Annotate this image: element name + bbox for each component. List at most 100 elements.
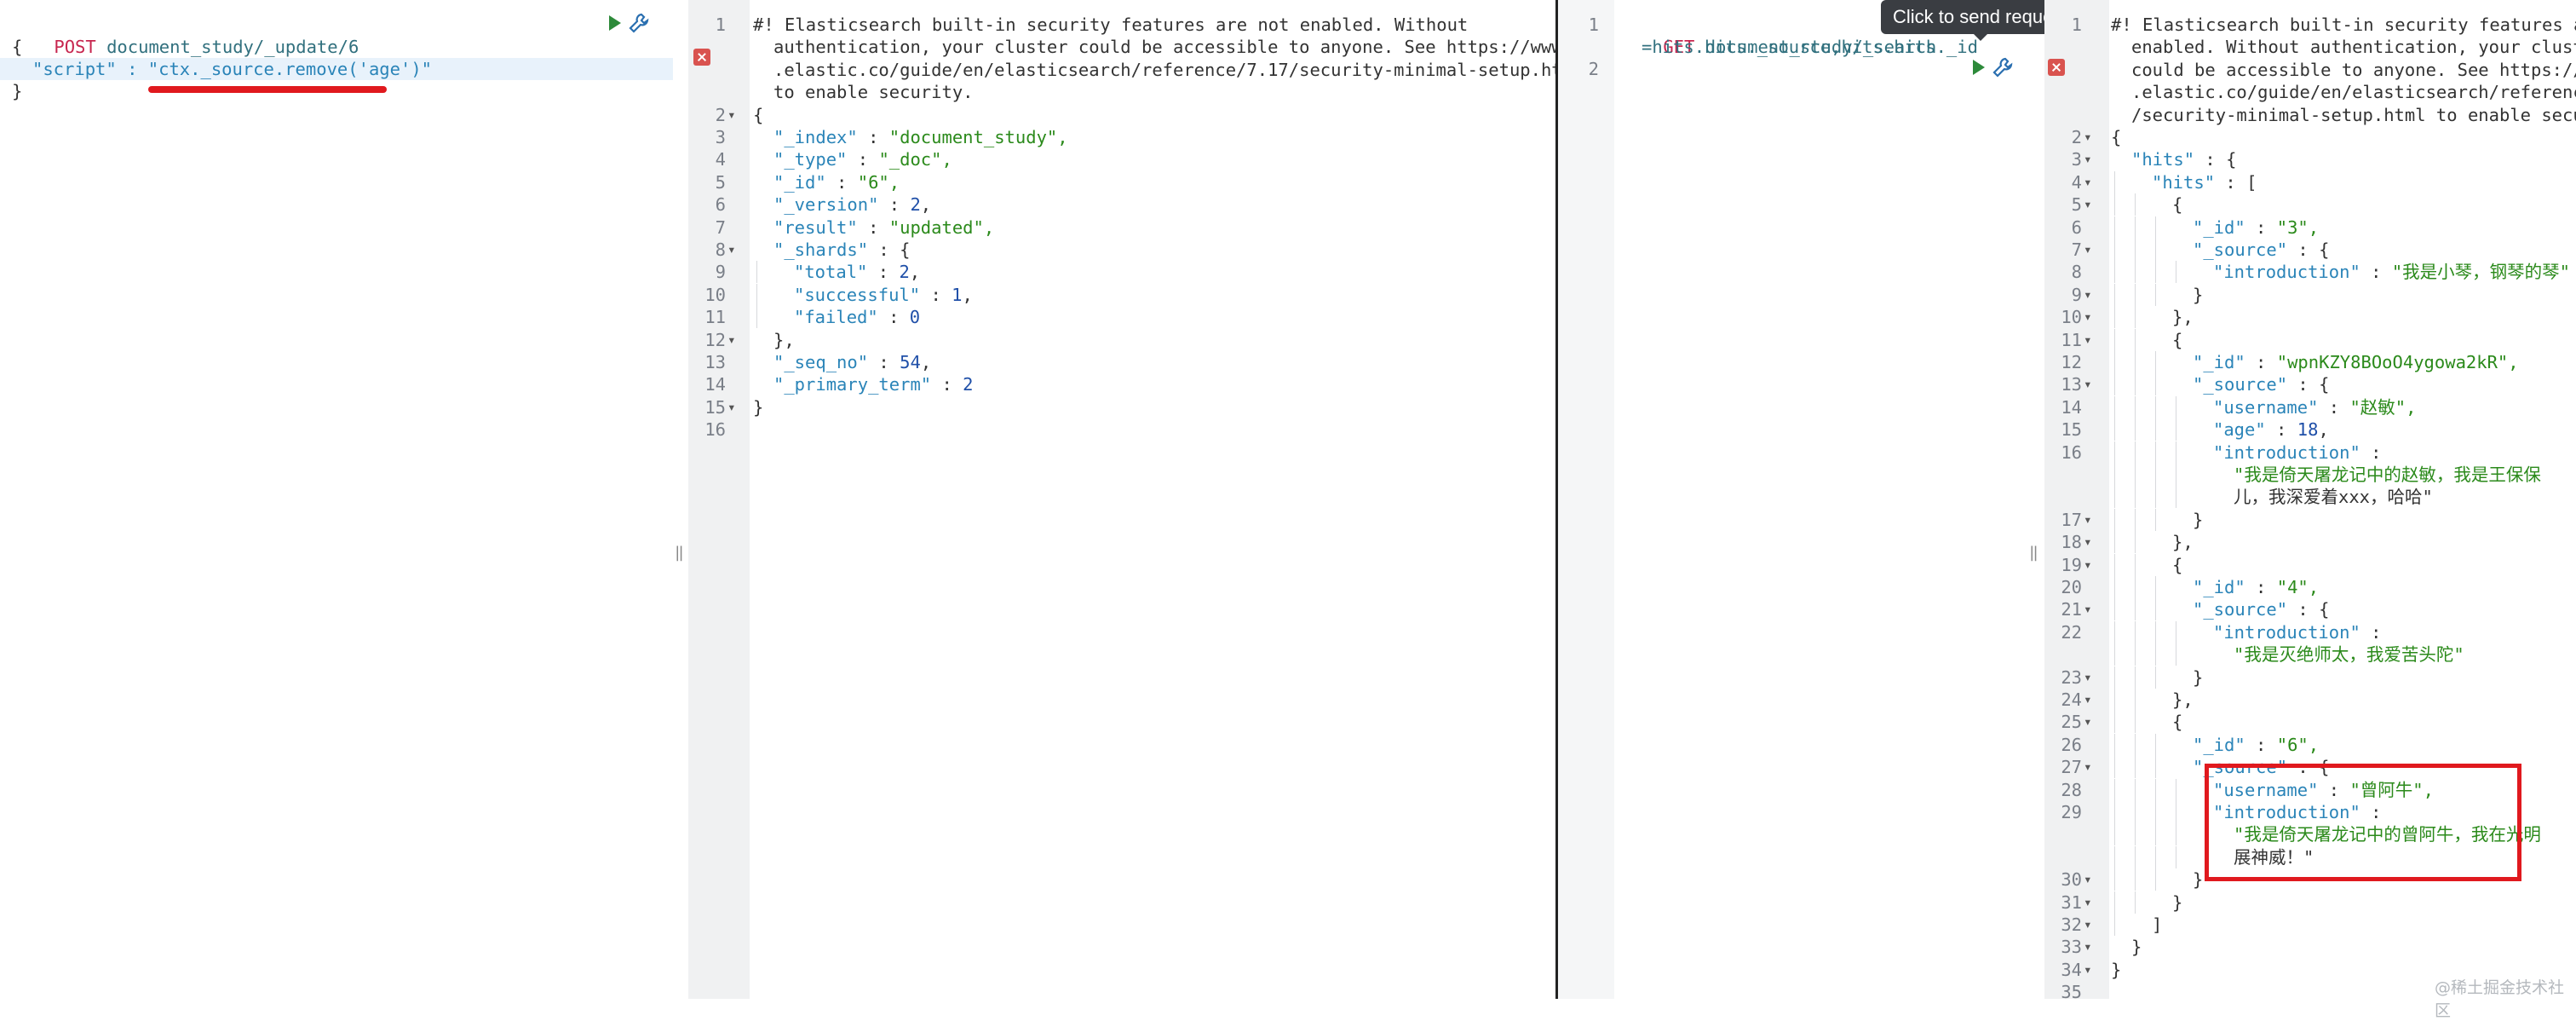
indent-guide	[2114, 351, 2115, 373]
wrench-icon[interactable]	[628, 12, 650, 34]
line-number: 8	[2071, 262, 2082, 283]
indent-guide	[2155, 418, 2156, 441]
code-line: },	[2172, 532, 2194, 553]
indent-guide	[2155, 620, 2156, 643]
fold-toggle-icon[interactable]: ▾	[2084, 531, 2092, 553]
line-number: 12	[2061, 352, 2082, 372]
line-number: 26	[2061, 734, 2082, 755]
fold-toggle-icon[interactable]: ▾	[2084, 959, 2092, 981]
fold-toggle-icon[interactable]: ▾	[2084, 509, 2092, 531]
play-icon[interactable]	[1968, 56, 1990, 78]
code-line: "我是倚天屠龙记中的赵敏，我是王保保	[2234, 464, 2541, 485]
play-icon[interactable]	[604, 12, 626, 34]
line-number: 16	[2061, 441, 2082, 463]
line-number: 12	[704, 329, 726, 350]
fold-toggle-icon[interactable]: ▾	[727, 239, 736, 261]
indent-guide	[2155, 733, 2156, 756]
line-number: 34	[2061, 959, 2082, 980]
fold-toggle-icon[interactable]: ▾	[2084, 306, 2092, 328]
line-number: 14	[704, 374, 726, 395]
code-line: "script" : "ctx._source.remove('age')"	[32, 58, 673, 80]
fold-toggle-icon[interactable]: ▾	[2084, 329, 2092, 351]
code-line: "result" : "updated",	[773, 216, 995, 238]
indent-guide	[2135, 261, 2136, 284]
indent-guide	[2114, 643, 2115, 666]
indent-guide	[2114, 914, 2115, 936]
indent-guide	[2114, 891, 2115, 914]
fold-toggle-icon[interactable]: ▾	[2084, 891, 2092, 914]
fold-toggle-icon[interactable]: ▾	[2084, 936, 2092, 958]
code-line: "_primary_term" : 2	[773, 374, 974, 395]
warning-line: authentication, your cluster could be ac…	[773, 37, 1555, 58]
fold-toggle-icon[interactable]: ▾	[2084, 554, 2092, 576]
indent-guide	[2114, 801, 2115, 823]
resize-handle[interactable]: ‖	[2029, 544, 2038, 562]
fold-toggle-icon[interactable]: ▾	[2084, 239, 2092, 261]
request-line: POST document_study/_update/6	[12, 14, 673, 57]
indent-guide	[756, 261, 757, 284]
line-number: 22	[2061, 621, 2082, 643]
code-line: {	[2111, 127, 2122, 147]
line-number: 31	[2061, 891, 2082, 913]
fold-toggle-icon[interactable]: ▾	[2084, 868, 2092, 891]
fold-toggle-icon[interactable]: ▾	[2084, 148, 2092, 170]
fold-toggle-icon[interactable]: ▾	[727, 329, 736, 351]
indent-guide	[2114, 486, 2115, 509]
fold-toggle-icon[interactable]: ▾	[2084, 126, 2092, 148]
wrench-icon[interactable]	[1992, 56, 2014, 78]
indent-guide	[2135, 351, 2136, 373]
line-gutter	[1558, 0, 1614, 999]
indent-guide	[2135, 306, 2136, 329]
indent-guide	[2155, 845, 2156, 868]
line-number: 9	[2071, 284, 2082, 305]
left-response-viewer: 1 #! Elasticsearch built-in security feat…	[688, 0, 1555, 999]
indent-guide	[2114, 598, 2115, 621]
fold-toggle-icon[interactable]: ▾	[727, 396, 736, 418]
fold-toggle-icon[interactable]: ▾	[2084, 689, 2092, 711]
fold-toggle-icon[interactable]: ▾	[2084, 171, 2092, 193]
indent-guide	[2135, 418, 2136, 441]
fold-toggle-icon[interactable]: ▾	[2084, 756, 2092, 778]
indent-guide	[2135, 486, 2136, 509]
code-line: }	[2172, 891, 2183, 913]
left-request-editor[interactable]: POST document_study/_update/6 { "script"…	[0, 0, 673, 999]
indent-guide	[2114, 531, 2115, 554]
right-request-editor[interactable]: 1 2 GET document_study/_search =hits.hit…	[1558, 0, 2044, 999]
fold-toggle-icon[interactable]: ▾	[2084, 914, 2092, 936]
resize-handle[interactable]: ‖	[675, 544, 684, 562]
line-number: 5	[2071, 194, 2082, 216]
indent-guide	[2135, 891, 2136, 914]
code-line: "introduction" :	[2213, 441, 2382, 463]
indent-guide	[2135, 756, 2136, 779]
fold-toggle-icon[interactable]: ▾	[2084, 711, 2092, 733]
indent-guide	[2155, 643, 2156, 666]
line-number: 20	[2061, 577, 2082, 597]
indent-guide	[2155, 801, 2156, 823]
fold-toggle-icon[interactable]: ▾	[2084, 373, 2092, 395]
indent-guide	[2155, 239, 2156, 261]
indent-guide	[2114, 553, 2115, 576]
line-number: 19	[2061, 554, 2082, 575]
line-number: 11	[704, 307, 726, 328]
code-line: {	[2172, 329, 2183, 350]
line-number: 35	[2061, 982, 2082, 999]
indent-guide	[2155, 778, 2156, 801]
warning-line: enabled. Without authentication, your cl…	[2131, 37, 2576, 58]
indent-guide	[2135, 464, 2136, 486]
fold-toggle-icon[interactable]: ▾	[2084, 598, 2092, 620]
code-line: ]	[2152, 914, 2163, 935]
indent-guide	[2114, 778, 2115, 801]
indent-guide	[2114, 823, 2115, 846]
indent-guide	[2135, 778, 2136, 801]
code-line: }	[2193, 284, 2204, 305]
code-line: 儿，我深爱着xxx，哈哈"	[2234, 487, 2433, 508]
indent-guide	[2135, 395, 2136, 418]
fold-toggle-icon[interactable]: ▾	[2084, 193, 2092, 216]
fold-toggle-icon[interactable]: ▾	[727, 104, 736, 126]
indent-guide	[2114, 508, 2115, 531]
code-line: "_shards" : {	[773, 239, 911, 260]
fold-toggle-icon[interactable]: ▾	[2084, 666, 2092, 689]
code-line: {	[12, 37, 23, 57]
fold-toggle-icon[interactable]: ▾	[2084, 284, 2092, 306]
indent-guide	[2155, 508, 2156, 531]
